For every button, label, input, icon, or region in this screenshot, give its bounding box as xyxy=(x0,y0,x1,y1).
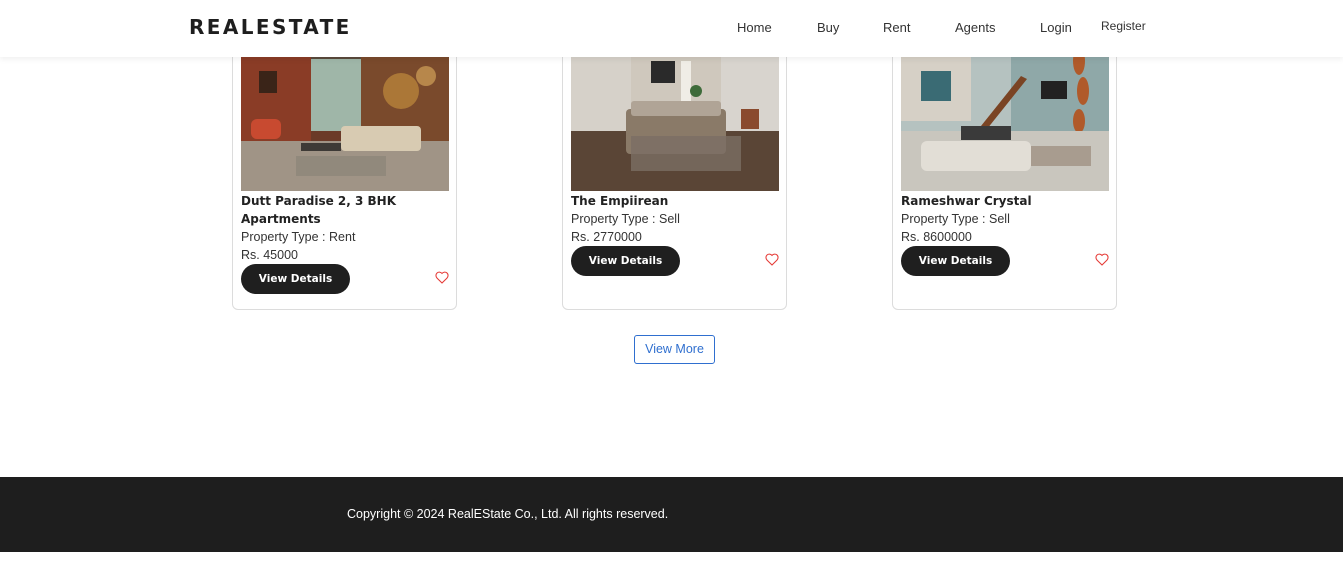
nav-register[interactable]: Register xyxy=(1101,19,1146,33)
nav-buy[interactable]: Buy xyxy=(817,20,839,35)
property-title[interactable]: Dutt Paradise 2, 3 BHK Apartments xyxy=(241,192,441,228)
property-price: Rs. 45000 xyxy=(241,248,298,262)
property-type: Property Type : Sell xyxy=(571,212,680,226)
heart-icon[interactable] xyxy=(765,253,779,266)
property-title[interactable]: Rameshwar Crystal xyxy=(901,192,1101,210)
top-navbar: REALESTATE Home Buy Rent Agents Login Re… xyxy=(0,0,1343,57)
view-more-button[interactable]: View More xyxy=(634,335,715,364)
property-card: Dutt Paradise 2, 3 BHK Apartments Proper… xyxy=(232,30,457,310)
copyright-text: Copyright © 2024 RealEState Co., Ltd. Al… xyxy=(347,507,669,521)
view-details-button[interactable]: View Details xyxy=(571,246,680,276)
property-card: Rameshwar Crystal Property Type : Sell R… xyxy=(892,30,1117,310)
property-price: Rs. 2770000 xyxy=(571,230,642,244)
property-type: Property Type : Sell xyxy=(901,212,1010,226)
heart-icon[interactable] xyxy=(435,271,449,284)
property-type: Property Type : Rent xyxy=(241,230,356,244)
brand-logo[interactable]: REALESTATE xyxy=(189,15,352,39)
nav-login[interactable]: Login xyxy=(1040,20,1072,35)
view-details-button[interactable]: View Details xyxy=(241,264,350,294)
nav-agents[interactable]: Agents xyxy=(955,20,995,35)
heart-icon[interactable] xyxy=(1095,253,1109,266)
property-price: Rs. 8600000 xyxy=(901,230,972,244)
property-card: The Empiirean Property Type : Sell Rs. 2… xyxy=(562,30,787,310)
nav-rent[interactable]: Rent xyxy=(883,20,910,35)
footer: Copyright © 2024 RealEState Co., Ltd. Al… xyxy=(0,477,1343,552)
nav-home[interactable]: Home xyxy=(737,20,772,35)
property-title[interactable]: The Empiirean xyxy=(571,192,771,210)
view-details-button[interactable]: View Details xyxy=(901,246,1010,276)
